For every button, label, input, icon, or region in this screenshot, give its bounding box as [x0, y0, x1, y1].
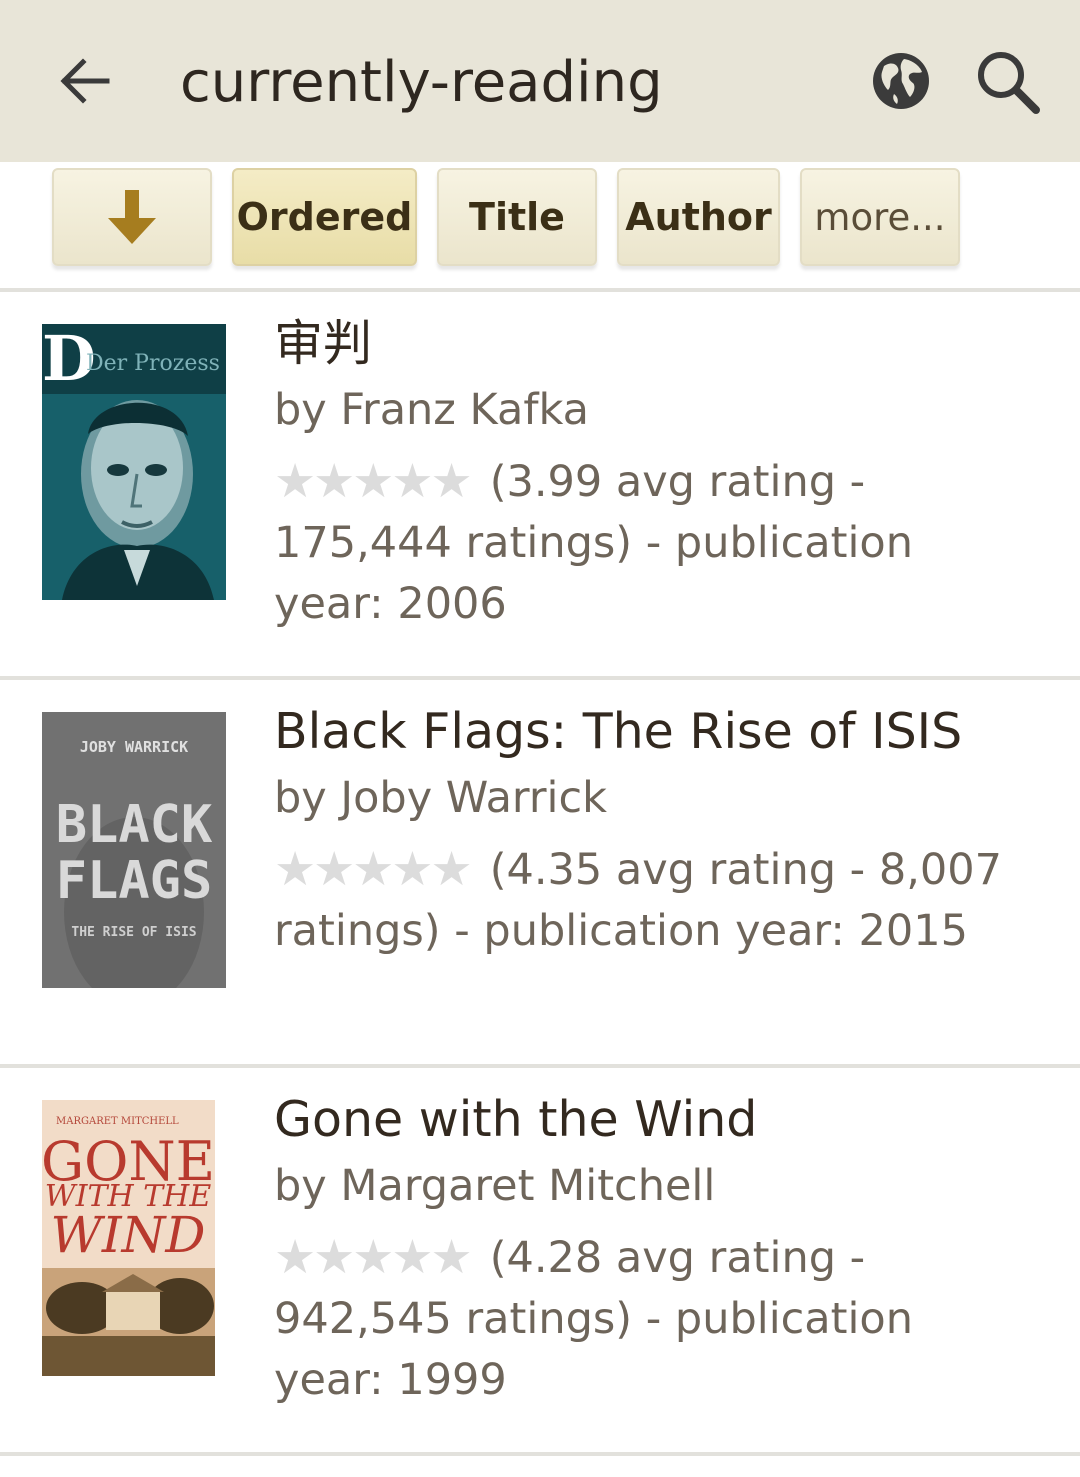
- book-author: by Margaret Mitchell: [274, 1161, 716, 1211]
- book-cover: JOBY WARRICK BLACK FLAGS THE RISE OF ISI…: [42, 712, 226, 988]
- arrow-left-icon: [60, 58, 110, 104]
- book-stats: ★★★★★ (3.99 avg rating - 175,444 ratings)…: [274, 452, 1034, 635]
- sort-title-button[interactable]: Title: [437, 168, 597, 266]
- book-title: Black Flags: The Rise of ISIS: [274, 703, 963, 760]
- back-button[interactable]: [50, 46, 120, 116]
- book-title: 审判: [274, 315, 373, 372]
- book-info: Black Flags: The Rise of ISIS by Joby Wa…: [274, 702, 1034, 962]
- cover-text: FLAGS: [56, 851, 213, 911]
- sort-ordered-button[interactable]: Ordered: [232, 168, 417, 266]
- cover-text: WIND: [51, 1206, 206, 1264]
- star-rating-icon: ★★★★★: [274, 841, 473, 897]
- book-stats: ★★★★★ (4.28 avg rating - 942,545 ratings)…: [274, 1228, 1034, 1411]
- cover-text: THE RISE OF ISIS: [71, 925, 196, 940]
- book-list-item[interactable]: MARGARET MITCHELL GONE WITH THE WIND Gon…: [0, 1066, 1080, 1452]
- search-icon: [978, 52, 1040, 114]
- globe-icon: [873, 53, 929, 109]
- book-author: by Franz Kafka: [274, 385, 589, 435]
- star-rating-icon: ★★★★★: [274, 1229, 473, 1285]
- sort-more-button[interactable]: more...: [800, 168, 960, 266]
- cover-text: Der Prozess: [86, 351, 220, 376]
- divider: [0, 1452, 1080, 1456]
- book-list-item[interactable]: D Der Prozess 审判 by Franz Kafka ★★★★★ (3.…: [0, 290, 1080, 676]
- book-title: Gone with the Wind: [274, 1091, 758, 1148]
- book-info: 审判 by Franz Kafka ★★★★★ (3.99 avg rating …: [274, 314, 1034, 635]
- sort-bar: Ordered Title Author more...: [0, 162, 1080, 288]
- globe-button[interactable]: [866, 46, 936, 116]
- book-cover: D Der Prozess: [42, 324, 226, 600]
- book-stats: ★★★★★ (4.35 avg rating - 8,007 ratings) -…: [274, 840, 1034, 962]
- cover-text: MARGARET MITCHELL: [56, 1116, 179, 1127]
- book-info: Gone with the Wind by Margaret Mitchell …: [274, 1090, 1034, 1411]
- book-list-item[interactable]: JOBY WARRICK BLACK FLAGS THE RISE OF ISI…: [0, 678, 1080, 1064]
- book-author: by Joby Warrick: [274, 773, 608, 823]
- search-button[interactable]: [970, 44, 1046, 120]
- arrow-down-icon: [108, 190, 156, 244]
- book-cover: MARGARET MITCHELL GONE WITH THE WIND: [42, 1100, 215, 1376]
- sort-author-button[interactable]: Author: [617, 168, 780, 266]
- star-rating-icon: ★★★★★: [274, 453, 473, 509]
- sort-direction-button[interactable]: [52, 168, 212, 266]
- action-bar: currently-reading: [0, 0, 1080, 162]
- app-screen: currently-reading Ordered Title Author m…: [0, 0, 1080, 1477]
- cover-text: JOBY WARRICK: [80, 738, 188, 756]
- page-title: currently-reading: [180, 50, 663, 115]
- cover-text: BLACK: [56, 795, 213, 855]
